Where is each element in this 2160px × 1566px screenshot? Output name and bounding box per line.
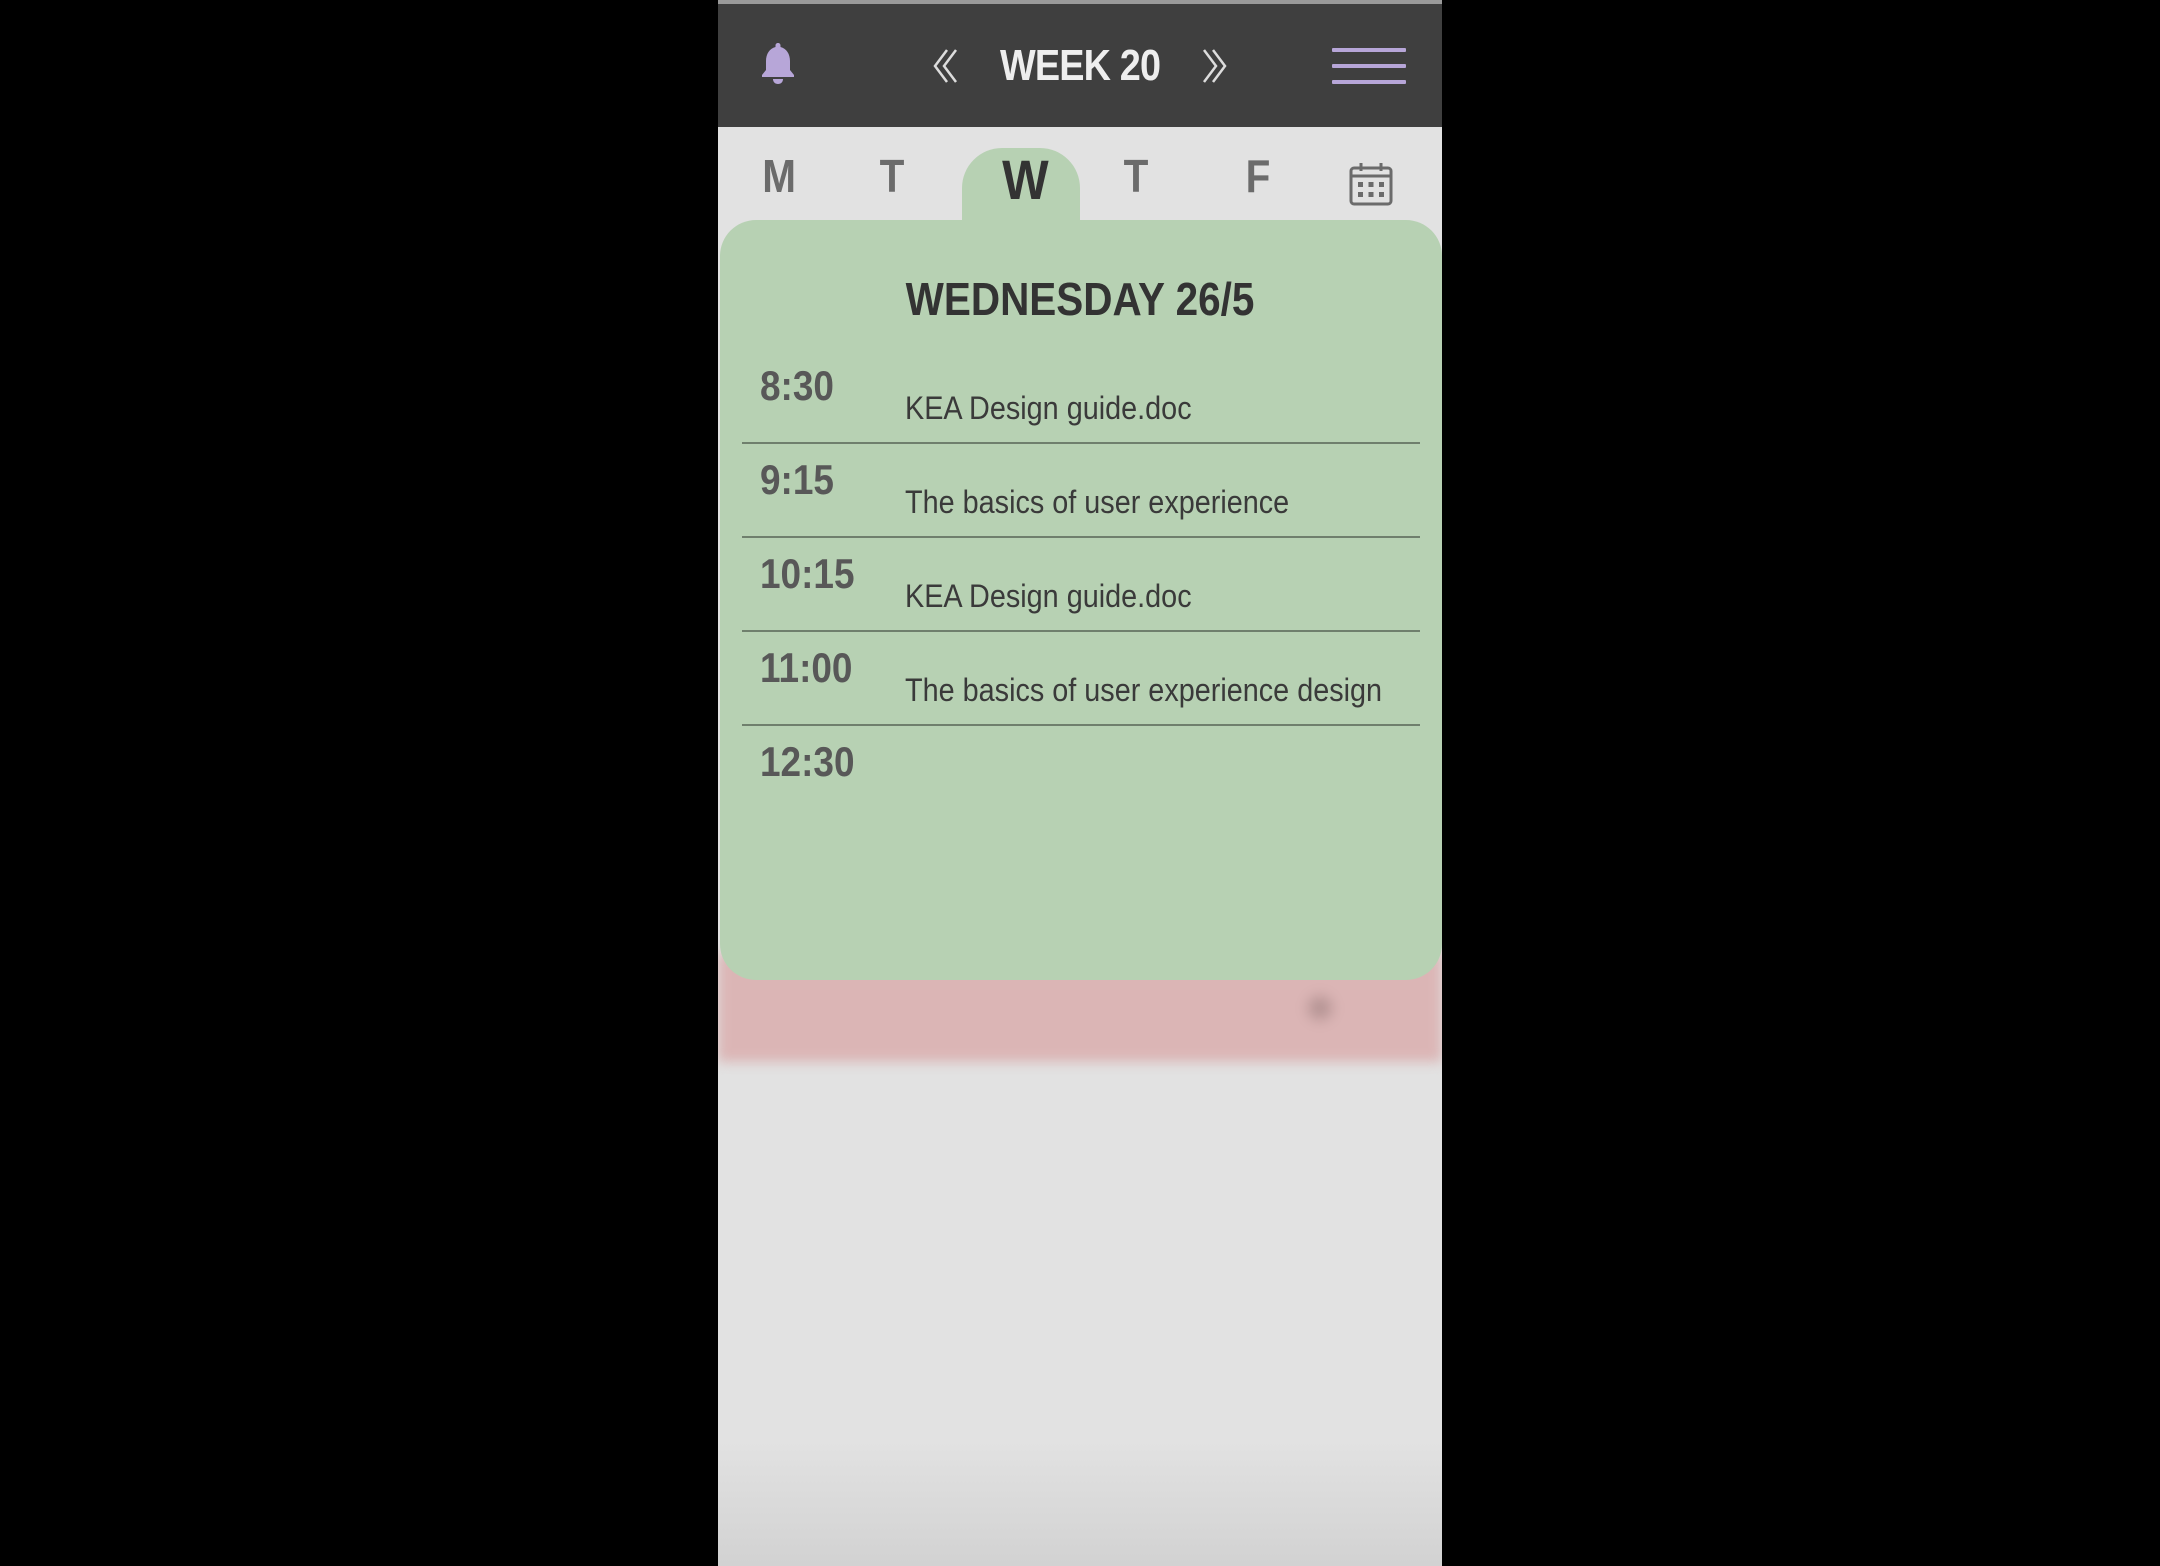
slot-time: 8:30 — [760, 362, 834, 409]
chevron-left-double-icon — [933, 49, 957, 83]
slot-time: 10:15 — [760, 550, 855, 597]
day-tabs: M T W T F — [718, 127, 1442, 228]
phone-viewport: WEEK 20 M T W T F WEDNESDAY 26/5 8:30 KE… — [718, 0, 1442, 1566]
schedule-slot[interactable]: 9:15 The basics of user experience — [742, 444, 1420, 538]
day-heading: WEDNESDAY 26/5 — [905, 273, 1255, 325]
schedule-slot[interactable]: 12:30 — [742, 726, 1420, 820]
tab-thursday[interactable]: T — [1124, 149, 1149, 203]
previous-week-button[interactable] — [929, 46, 959, 86]
bottom-fade — [718, 1440, 1442, 1566]
calendar-icon[interactable] — [1348, 161, 1394, 207]
slot-title[interactable]: KEA Design guide.doc — [905, 390, 1192, 427]
tab-friday[interactable]: F — [1246, 149, 1271, 203]
slot-title[interactable]: KEA Design guide.doc — [905, 578, 1192, 615]
blurred-card-icon — [1308, 996, 1332, 1020]
tab-tuesday[interactable]: T — [880, 149, 905, 203]
week-title: WEEK 20 — [999, 41, 1161, 90]
slot-time: 11:00 — [760, 644, 853, 691]
schedule-slot[interactable]: 10:15 KEA Design guide.doc — [742, 538, 1420, 632]
tab-monday[interactable]: M — [762, 149, 796, 203]
slot-title[interactable]: The basics of user experience — [905, 484, 1289, 521]
slot-time: 12:30 — [760, 738, 855, 785]
next-week-button[interactable] — [1201, 46, 1231, 86]
app-header: WEEK 20 — [718, 4, 1442, 127]
schedule-slot[interactable]: 11:00 The basics of user experience desi… — [742, 632, 1420, 726]
slot-time: 9:15 — [760, 456, 834, 503]
schedule-slot[interactable]: 8:30 KEA Design guide.doc — [742, 350, 1420, 444]
slot-title[interactable]: The basics of user experience design — [905, 672, 1382, 709]
hamburger-menu-icon[interactable] — [1332, 46, 1406, 86]
chevron-right-double-icon — [1203, 49, 1227, 83]
tab-wednesday[interactable]: W — [1002, 147, 1049, 212]
screen-stage: WEEK 20 M T W T F WEDNESDAY 26/5 8:30 KE… — [0, 0, 2160, 1566]
day-schedule-card: WEDNESDAY 26/5 8:30 KEA Design guide.doc… — [720, 220, 1442, 980]
